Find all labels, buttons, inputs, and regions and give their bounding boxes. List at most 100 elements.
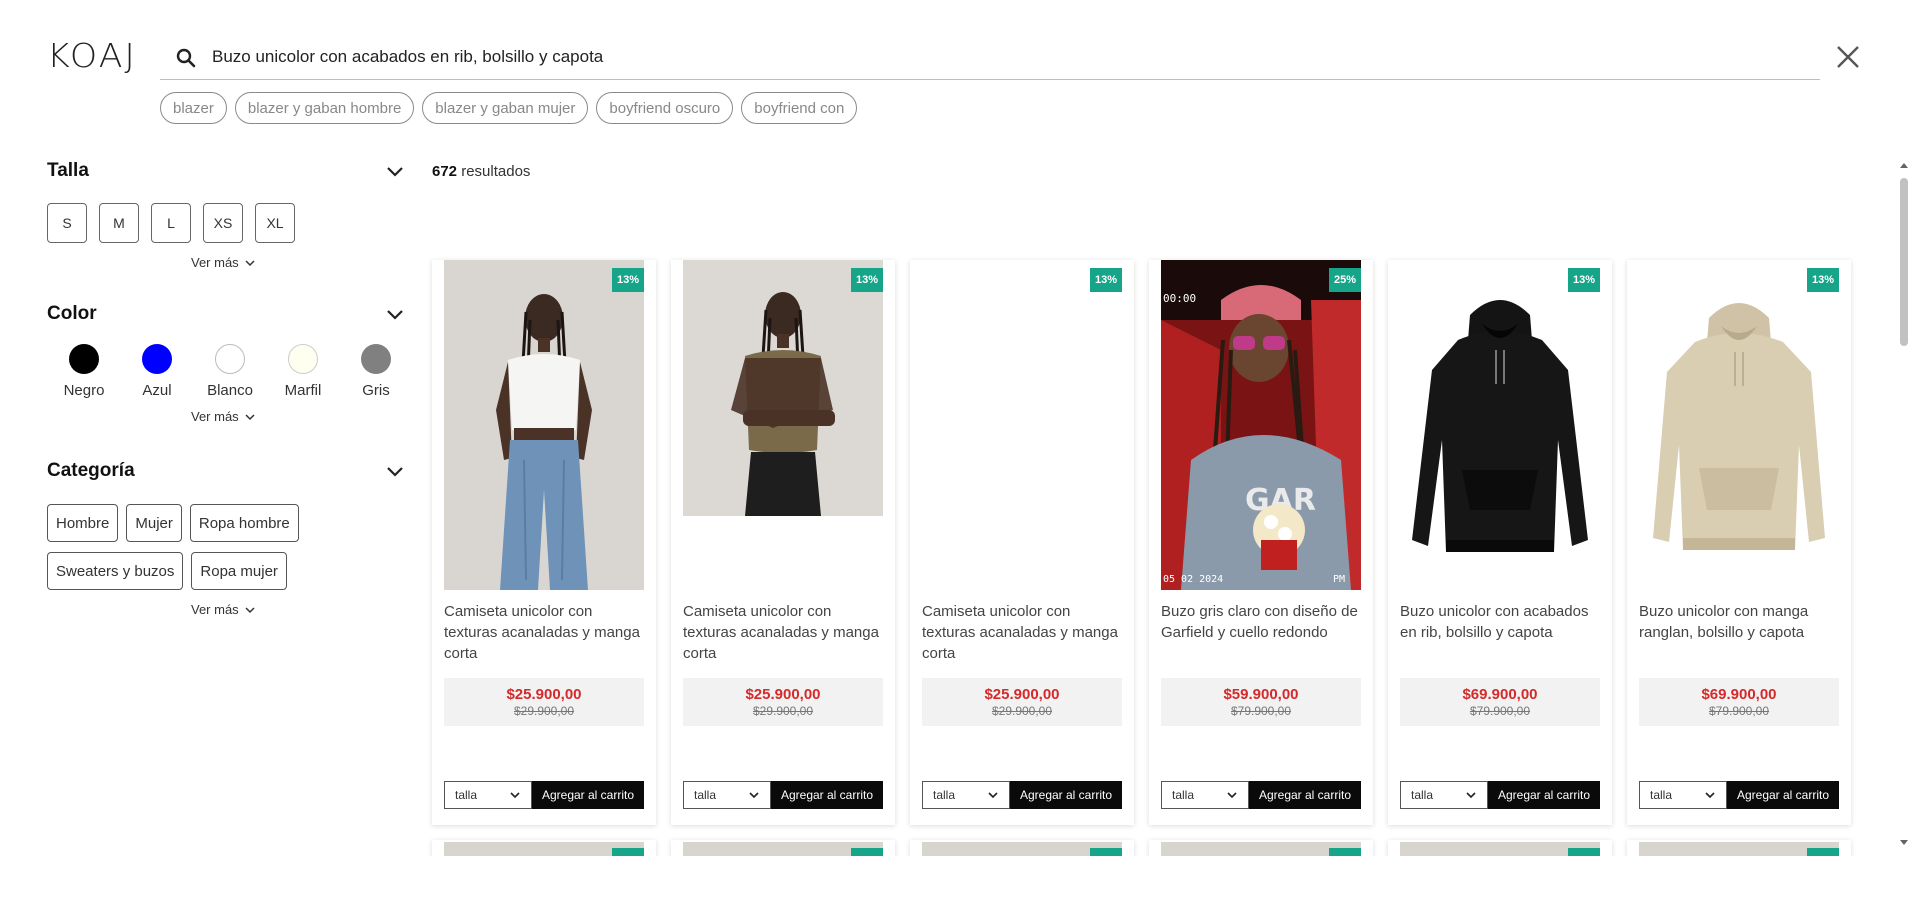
koaj-logo[interactable]: KOAJ (47, 38, 151, 72)
discount-badge: 13% (612, 268, 644, 292)
add-to-cart-button[interactable]: Agregar al carrito (1249, 781, 1361, 809)
color-option-negro[interactable]: Negro (60, 344, 108, 399)
suggestion-chip[interactable]: boyfriend oscuro (596, 92, 734, 124)
discount-badge: 13% (1807, 268, 1839, 292)
suggestion-chip[interactable]: blazer y gaban mujer (422, 92, 589, 124)
filter-categoria: Categoría Hombre Mujer Ropa hombre Sweat… (47, 456, 405, 617)
product-name[interactable]: Camiseta unicolor con texturas acanalada… (683, 601, 888, 664)
product-image[interactable]: 13% (1400, 260, 1600, 590)
color-options: Negro Azul Blanco Marfil Gris (47, 344, 405, 399)
svg-text:PM: PM (1333, 574, 1345, 585)
talla-select[interactable]: talla (922, 781, 1010, 809)
chevron-down-icon (1705, 792, 1715, 799)
product-name[interactable]: Buzo unicolor con manga ranglan, bolsill… (1639, 601, 1844, 643)
category-option[interactable]: Ropa hombre (189, 504, 299, 542)
product-card[interactable]: 13% Camiseta unicolor con texturas acana… (910, 260, 1134, 825)
discount-badge: 25% (1329, 268, 1361, 292)
product-image[interactable]: 13% (922, 260, 1122, 590)
talla-select[interactable]: talla (1400, 781, 1488, 809)
add-to-cart-button[interactable]: Agregar al carrito (532, 781, 644, 809)
product-name[interactable]: Camiseta unicolor con texturas acanalada… (922, 601, 1127, 664)
talla-select[interactable]: talla (444, 781, 532, 809)
size-option[interactable]: M (99, 203, 139, 243)
color-option-azul[interactable]: Azul (133, 344, 181, 399)
chevron-down-icon (510, 792, 520, 799)
price-box: $59.900,00 $79.900,00 (1161, 678, 1361, 726)
product-old-price: $79.900,00 (1230, 704, 1292, 718)
scrollbar[interactable] (1896, 160, 1912, 850)
scroll-up-arrow[interactable] (1900, 163, 1908, 168)
talla-select[interactable]: talla (1639, 781, 1727, 809)
talla-select[interactable]: talla (1161, 781, 1249, 809)
product-image[interactable]: 13% (444, 260, 644, 590)
category-option[interactable]: Hombre (47, 504, 119, 542)
category-options: Hombre Mujer Ropa hombre Sweaters y buzo… (47, 504, 347, 590)
size-option[interactable]: XS (203, 203, 243, 243)
product-old-price: $29.900,00 (513, 704, 575, 718)
color-option-marfil[interactable]: Marfil (279, 344, 327, 399)
add-to-cart-button[interactable]: Agregar al carrito (1010, 781, 1122, 809)
product-card[interactable]: 13% Camiseta unicolor con texturas acana… (671, 260, 895, 825)
chevron-down-icon (988, 792, 998, 799)
talla-select[interactable]: talla (683, 781, 771, 809)
color-swatch (142, 344, 172, 374)
product-card[interactable]: GAR 00:00 05 02 2024 PM 25% Buzo gris cl… (1149, 260, 1373, 825)
close-icon[interactable] (1833, 42, 1863, 72)
ver-mas-label: Ver más (191, 255, 239, 270)
category-option[interactable]: Ropa mujer (191, 552, 287, 590)
search-icon[interactable] (174, 46, 198, 70)
product-card[interactable]: 13% Camiseta unicolor con texturas acana… (432, 260, 656, 825)
ver-mas-link[interactable]: Ver más (191, 255, 405, 270)
chevron-down-icon[interactable] (385, 161, 405, 181)
results-label: resultados (457, 163, 531, 180)
chevron-down-icon[interactable] (385, 304, 405, 324)
size-option[interactable]: L (151, 203, 191, 243)
color-option-gris[interactable]: Gris (352, 344, 400, 399)
chevron-down-icon[interactable] (385, 461, 405, 481)
search-input[interactable]: Buzo unicolor con acabados en rib, bolsi… (212, 45, 603, 69)
svg-text:05 02 2024: 05 02 2024 (1163, 574, 1223, 585)
discount-badge: 13% (1090, 268, 1122, 292)
suggestion-chip[interactable]: blazer y gaban hombre (234, 92, 415, 124)
product-card[interactable]: 13% Buzo unicolor con acabados en rib, b… (1388, 260, 1612, 825)
suggestion-chip[interactable]: boyfriend con (741, 92, 858, 124)
size-option[interactable]: S (47, 203, 87, 243)
product-name[interactable]: Buzo gris claro con diseño de Garfield y… (1161, 601, 1366, 643)
product-card[interactable]: 13% Buzo unicolor con manga ranglan, bol… (1627, 260, 1851, 825)
product-image[interactable]: 13% (1639, 260, 1839, 590)
product-grid: 13% Camiseta unicolor con texturas acana… (432, 260, 1851, 825)
add-to-cart-button[interactable]: Agregar al carrito (1727, 781, 1839, 809)
search-bar[interactable]: Buzo unicolor con acabados en rib, bolsi… (160, 36, 1820, 80)
talla-select-label: talla (1650, 788, 1673, 802)
scroll-thumb[interactable] (1900, 178, 1908, 346)
product-image[interactable]: 13% (683, 260, 883, 590)
color-label: Gris (362, 382, 390, 399)
size-option[interactable]: XL (255, 203, 295, 243)
discount-badge: 13% (1568, 268, 1600, 292)
chevron-down-icon (245, 259, 255, 266)
scroll-down-arrow[interactable] (1900, 840, 1908, 845)
add-to-cart-button[interactable]: Agregar al carrito (771, 781, 883, 809)
filter-talla-header[interactable]: Talla (47, 156, 405, 186)
product-price: $25.900,00 (745, 686, 821, 703)
suggestion-chip[interactable]: blazer (160, 92, 227, 124)
chevron-down-icon (1227, 792, 1237, 799)
ver-mas-link[interactable]: Ver más (191, 409, 405, 424)
product-name[interactable]: Camiseta unicolor con texturas acanalada… (444, 601, 649, 664)
product-image[interactable]: GAR 00:00 05 02 2024 PM 25% (1161, 260, 1361, 590)
discount-badge: 13% (851, 268, 883, 292)
filter-categoria-header[interactable]: Categoría (47, 456, 405, 486)
filter-color-header[interactable]: Color (47, 299, 405, 329)
color-swatch (361, 344, 391, 374)
talla-select-label: talla (1172, 788, 1195, 802)
results-count: 672 resultados (432, 163, 530, 180)
ver-mas-link[interactable]: Ver más (191, 602, 405, 617)
product-name[interactable]: Buzo unicolor con acabados en rib, bolsi… (1400, 601, 1605, 643)
color-option-blanco[interactable]: Blanco (206, 344, 254, 399)
category-option[interactable]: Sweaters y buzos (47, 552, 184, 590)
add-to-cart-button[interactable]: Agregar al carrito (1488, 781, 1600, 809)
category-option[interactable]: Mujer (126, 504, 182, 542)
talla-select-label: talla (933, 788, 956, 802)
price-box: $25.900,00 $29.900,00 (922, 678, 1122, 726)
price-box: $25.900,00 $29.900,00 (444, 678, 644, 726)
